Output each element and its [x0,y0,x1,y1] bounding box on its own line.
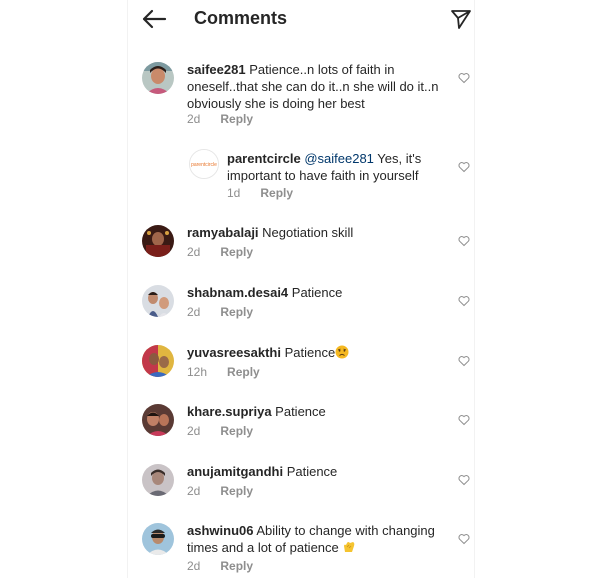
avatar[interactable] [142,464,174,496]
comment-time: 2d [187,424,201,438]
comment-meta: 12h Reply [187,365,260,379]
comment-username[interactable]: saifee281 [187,62,246,77]
send-icon[interactable] [450,8,472,30]
comment-item: anujamitgandhi Patience 2d Reply [127,462,473,507]
heart-icon[interactable] [458,72,470,84]
comment-text: ashwinu06 Ability to change with changin… [187,522,449,556]
heart-icon[interactable] [458,235,470,247]
avatar[interactable] [142,285,174,317]
reply-button[interactable]: Reply [227,365,260,379]
comment-item: khare.supriya Patience 2d Reply [127,402,473,447]
comment-item: ramyabalaji Negotiation skill 2d Reply [127,223,473,268]
comment-username[interactable]: ashwinu06 [187,523,253,538]
reply-button[interactable]: Reply [220,424,253,438]
avatar[interactable] [142,62,174,94]
comment-body: Negotiation skill [262,225,354,240]
comment-item: yuvasreesakthi Patience 12h Reply [127,343,473,388]
comment-time: 2d [187,112,201,126]
avatar[interactable] [142,523,174,555]
comment-username[interactable]: anujamitgandhi [187,464,283,479]
heart-icon[interactable] [458,414,470,426]
page-title: Comments [194,8,288,28]
heart-icon[interactable] [458,295,470,307]
back-arrow-icon[interactable] [141,8,167,30]
comment-item: saifee281 Patience..n lots of faith in o… [127,60,473,130]
comment-meta: 2d Reply [187,245,253,259]
comment-body: Patience [275,404,326,419]
heart-icon[interactable] [458,161,470,173]
reply-button[interactable]: Reply [220,112,253,126]
comment-time: 1d [227,186,241,200]
comment-username[interactable]: ramyabalaji [187,225,259,240]
comment-meta: 2d Reply [187,424,253,438]
avatar[interactable] [142,345,174,377]
reply-button[interactable]: Reply [260,186,293,200]
comment-username[interactable]: parentcircle [227,151,301,166]
comment-text: anujamitgandhi Patience [187,463,449,480]
comment-body: Patience [286,464,338,479]
heart-icon[interactable] [458,533,470,545]
comment-body: Patience [291,285,343,300]
comment-item: shabnam.desai4 Patience 2d Reply [127,283,473,328]
comment-meta: 2d Reply [187,112,253,126]
comment-text: saifee281 Patience..n lots of faith in o… [187,61,449,112]
heart-icon[interactable] [458,474,470,486]
avatar[interactable] [142,225,174,257]
comment-username[interactable]: yuvasreesakthi [187,345,281,360]
comment-meta: 2d Reply [187,305,253,319]
comment-body: Patience [284,345,336,360]
reply-comment-item: parentcircle parentcircle @saifee281 Yes… [127,149,473,204]
comment-text: parentcircle @saifee281 Yes, it's import… [227,150,437,184]
comment-meta: 2d Reply [187,484,253,498]
avatar[interactable] [142,404,174,436]
heart-icon[interactable] [458,355,470,367]
header-bar: Comments [127,0,473,40]
comment-time: 2d [187,305,201,319]
reply-button[interactable]: Reply [220,559,253,573]
comment-time: 12h [187,365,208,379]
comment-text: shabnam.desai4 Patience [187,284,449,301]
comment-text: yuvasreesakthi Patience [187,344,449,361]
comment-meta: 2d Reply [187,559,253,573]
comment-text: ramyabalaji Negotiation skill [187,224,449,241]
comment-time: 2d [187,559,201,573]
comment-username[interactable]: shabnam.desai4 [187,285,288,300]
sad-face-emoji [335,345,349,359]
avatar[interactable]: parentcircle [189,149,219,179]
mention-link[interactable]: @saifee281 [304,151,374,166]
reply-button[interactable]: Reply [220,484,253,498]
comment-username[interactable]: khare.supriya [187,404,272,419]
comment-time: 2d [187,484,201,498]
comment-item: ashwinu06 Ability to change with changin… [127,521,473,578]
clapping-hands-emoji [344,542,355,552]
svg-text:parentcircle: parentcircle [191,162,217,168]
comment-meta: 1d Reply [227,186,293,200]
comment-time: 2d [187,245,201,259]
reply-button[interactable]: Reply [220,305,253,319]
comment-text: khare.supriya Patience [187,403,449,420]
reply-button[interactable]: Reply [220,245,253,259]
